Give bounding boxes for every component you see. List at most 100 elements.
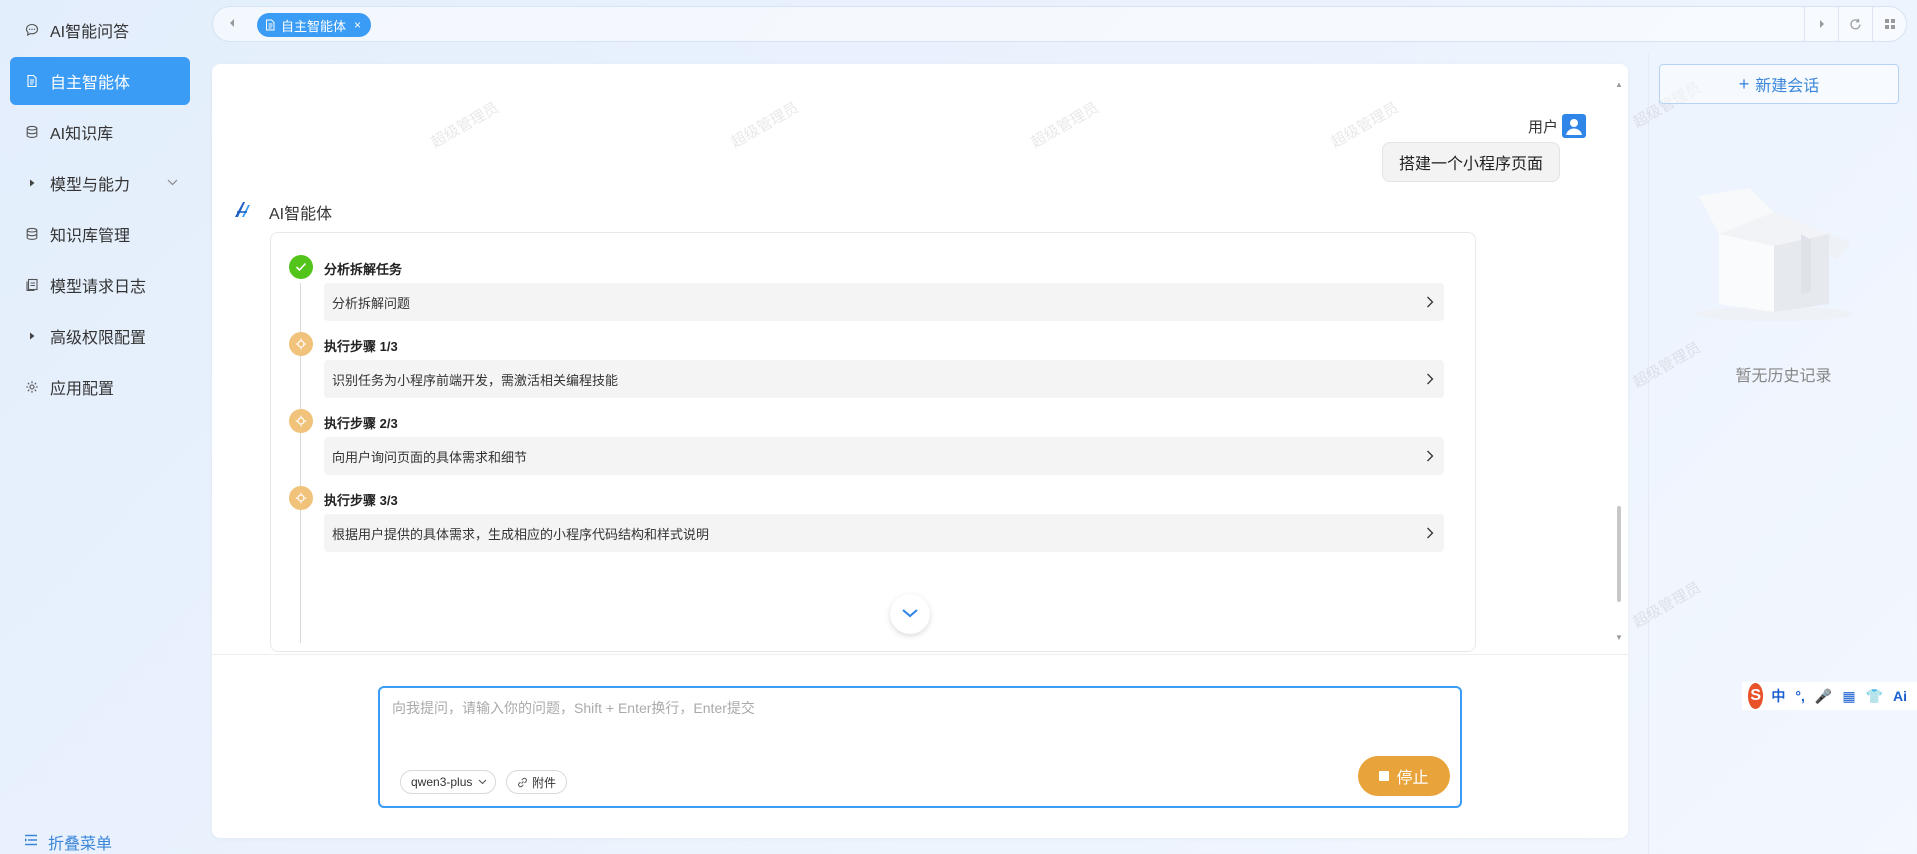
step-detail[interactable]: 识别任务为小程序前端开发，需激活相关编程技能 [324,360,1444,398]
chat-panel: 超级管理员 超级管理员 超级管理员 超级管理员 超级管理员 超级管理员 超级管理… [212,64,1628,838]
scrollbar-thumb[interactable] [1617,506,1621,602]
database-icon [24,226,40,242]
collapse-menu-label: 折叠菜单 [48,836,113,853]
sidebar-item-ai-qa[interactable]: AI智能问答 [10,6,190,54]
sidebar-item-label: 高级权限配置 [50,330,147,347]
sidebar: AI智能问答 自主智能体 AI知识库 模型与能力 知识库管理 模型请求日志 高级… [0,0,200,854]
chevron-right-icon [1426,295,1434,309]
plus-icon: + [1738,73,1750,94]
step-detail[interactable]: 根据用户提供的具体需求，生成相应的小程序代码结构和样式说明 [324,514,1444,552]
microphone-icon[interactable]: 🎤 [1815,688,1832,705]
user-message-bubble: 搭建一个小程序页面 [1381,142,1560,182]
tab-bar: 自主智能体 × [212,6,1907,42]
sidebar-item-knowledge-manage[interactable]: 知识库管理 [10,210,190,258]
document-icon [265,19,276,31]
loading-icon [289,486,313,510]
attach-button[interactable]: 附件 [506,770,568,794]
chat-input-box: qwen3-plus 附件 停止 [378,686,1462,808]
database-icon [24,124,40,140]
grid-icon[interactable] [1872,7,1906,41]
empty-box-icon [1689,174,1859,324]
sidebar-item-app-config[interactable]: 应用配置 [10,363,190,411]
document-icon [24,73,40,89]
chevron-right-icon [1426,449,1434,463]
tab-autonomous-agent[interactable]: 自主智能体 × [257,13,372,37]
user-name: 用户 [1527,119,1558,136]
sidebar-item-models[interactable]: 模型与能力 [10,159,190,207]
chevron-right-icon [1426,372,1434,386]
step-title: 执行步骤 3/3 [324,493,398,508]
watermark: 超级管理员 [1630,579,1704,632]
chevron-down-icon [901,605,919,623]
sidebar-item-ai-knowledge[interactable]: AI知识库 [10,108,190,156]
step-desc-text: 根据用户提供的具体需求，生成相应的小程序代码结构和样式说明 [332,526,710,542]
tab-scroll-left-icon[interactable] [227,17,241,31]
empty-history-text: 暂无历史记录 [1735,368,1832,385]
scroll-to-bottom-button[interactable] [890,594,930,634]
sidebar-item-label: AI知识库 [50,126,114,143]
chat-input[interactable] [392,698,1442,748]
agent-steps-card: 分析拆解任务 分析拆解问题 执行步骤 1/3 识别任务为小程序前端开发，需激活相… [270,232,1476,652]
user-avatar-icon [1562,114,1586,138]
step-title: 分析拆解任务 [324,262,403,277]
step-title: 执行步骤 2/3 [324,416,398,431]
ime-punct-toggle[interactable]: °, [1795,688,1805,704]
chevron-down-icon [167,177,178,189]
ime-ai-button[interactable]: Ai [1893,688,1907,704]
step-title: 执行步骤 1/3 [324,339,398,354]
chat-scrollbar[interactable]: ▲ ▼ [1615,80,1623,642]
ime-lang-toggle[interactable]: 中 [1771,686,1785,706]
sidebar-item-permissions[interactable]: 高级权限配置 [10,312,190,360]
scroll-up-icon: ▲ [1615,80,1623,89]
sidebar-item-label: 应用配置 [50,381,115,398]
ime-toolbar: S 中 °, 🎤 ▦ 👕 Ai [1742,682,1917,710]
menu-fold-icon [24,833,38,851]
keyboard-icon[interactable]: ▦ [1842,688,1855,705]
divider [212,654,1628,655]
caret-right-icon [24,175,40,191]
step-detail[interactable]: 向用户询问页面的具体需求和细节 [324,437,1444,475]
new-chat-label: 新建会话 [1755,78,1820,95]
link-icon [517,777,528,788]
new-chat-button[interactable]: + 新建会话 [1659,64,1899,104]
caret-right-icon [24,328,40,344]
step-desc-text: 向用户询问页面的具体需求和细节 [332,449,528,465]
tab-scroll-right-icon[interactable] [1804,7,1838,41]
model-select[interactable]: qwen3-plus [400,770,497,794]
check-icon [289,255,313,279]
log-icon [24,277,40,293]
sidebar-item-label: 模型请求日志 [50,279,147,296]
chevron-down-icon [478,779,487,785]
ai-agent-logo-icon [232,198,256,222]
attach-label: 附件 [532,775,557,790]
tab-tools [1804,7,1906,41]
sidebar-item-autonomous-agent[interactable]: 自主智能体 [10,57,190,105]
history-panel: 超级管理员 超级管理员 超级管理员 + 新建会话 暂无历史记录 [1630,54,1917,854]
scroll-down-icon: ▼ [1615,633,1623,642]
skin-icon[interactable]: 👕 [1866,688,1883,705]
collapse-menu-button[interactable]: 折叠菜单 [24,830,112,854]
step-desc-text: 分析拆解问题 [332,295,411,311]
ai-agent-name: AI智能体 [269,206,333,223]
step-detail[interactable]: 分析拆解问题 [324,283,1444,321]
chat-bubble-icon [24,22,40,38]
loading-icon [289,332,313,356]
sidebar-item-label: 模型与能力 [50,177,131,194]
stop-button[interactable]: 停止 [1358,756,1450,796]
sidebar-item-label: 自主智能体 [50,75,131,92]
stop-icon [1379,771,1390,781]
watermark: 超级管理员 [428,99,502,152]
gear-icon [24,379,40,395]
stop-label: 停止 [1396,770,1429,787]
watermark: 超级管理员 [728,99,802,152]
model-select-value: qwen3-plus [411,775,473,789]
watermark: 超级管理员 [1028,99,1102,152]
chevron-right-icon [1426,526,1434,540]
sidebar-item-label: AI智能问答 [50,24,130,41]
sidebar-item-label: 知识库管理 [50,228,131,245]
close-icon[interactable]: × [354,18,361,32]
refresh-icon[interactable] [1838,7,1872,41]
sidebar-item-request-log[interactable]: 模型请求日志 [10,261,190,309]
ime-logo[interactable]: S [1748,683,1764,709]
loading-icon [289,409,313,433]
